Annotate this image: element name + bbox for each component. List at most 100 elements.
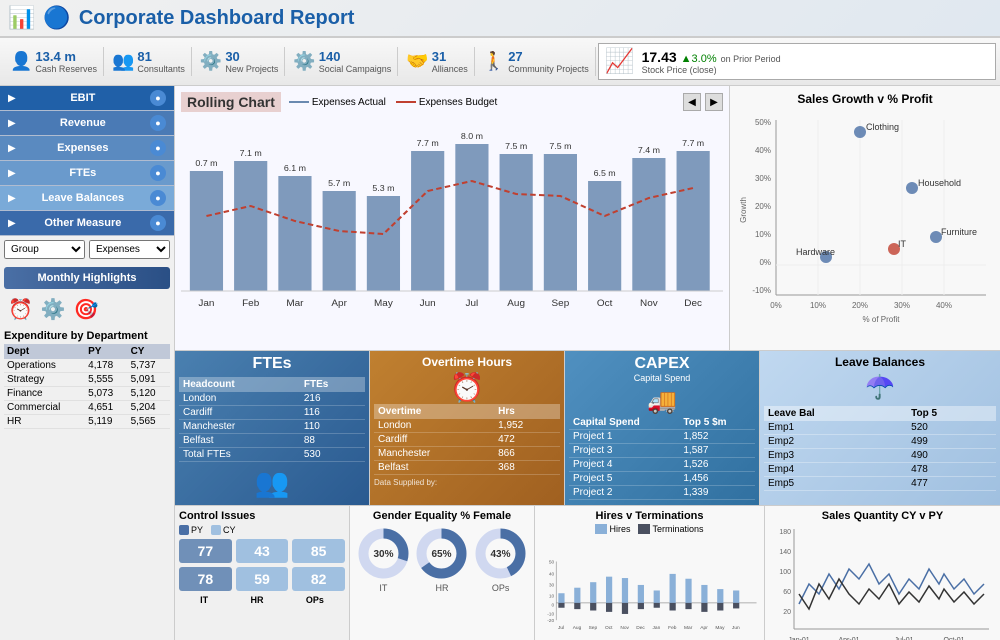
- stock-sublabel: Stock Price (close): [642, 65, 781, 75]
- capex-header-top5: Top 5 $m: [679, 416, 755, 430]
- leave-row: Emp4 478: [764, 463, 996, 477]
- overtime-cell-hrs: 866: [494, 447, 560, 461]
- header-title: Corporate Dashboard Report: [79, 7, 992, 30]
- svg-text:Oct: Oct: [605, 625, 613, 631]
- ftes-cell-count: 110: [300, 420, 365, 434]
- svg-text:Jan: Jan: [198, 298, 214, 308]
- svg-text:Aug: Aug: [573, 625, 582, 631]
- svg-text:Jul: Jul: [466, 298, 479, 308]
- expenses-select[interactable]: Expenses: [89, 240, 170, 259]
- gender-ops-label: OPs: [492, 583, 510, 593]
- bottom-section: Control Issues PY CY 77 43 85 78: [175, 506, 1000, 640]
- hires-box: Hires v Terminations Hires Terminations: [535, 506, 765, 640]
- sidebar-item-leave[interactable]: ▶ Leave Balances ●: [0, 186, 174, 211]
- svg-text:10%: 10%: [755, 230, 771, 239]
- svg-text:7.4 m: 7.4 m: [638, 145, 660, 154]
- ci-legend-cy: CY: [211, 525, 236, 535]
- header: 📊 🔵 Corporate Dashboard Report: [0, 0, 1000, 38]
- svg-text:Oct: Oct: [597, 298, 613, 308]
- other-btn[interactable]: ●: [150, 215, 166, 231]
- capex-cell-value: 1,526: [679, 458, 755, 472]
- overtime-box: Overtime Hours ⏰ Overtime Hrs London 1,9…: [370, 351, 565, 505]
- gender-it-label: IT: [379, 583, 387, 593]
- alliances-value: 31: [432, 49, 468, 64]
- community-value: 27: [508, 49, 589, 64]
- consultants-icon: 👥: [112, 51, 134, 72]
- svg-text:Sep: Sep: [552, 298, 570, 308]
- cash-icon: 👤: [10, 51, 32, 72]
- ebit-arrow: ▶: [8, 93, 16, 104]
- ftes-btn[interactable]: ●: [150, 165, 166, 181]
- ftes-header-headcount: Headcount: [179, 377, 300, 392]
- sales-growth-title: Sales Growth v % Profit: [736, 92, 994, 106]
- exp-dept-cell-py: 5,555: [85, 373, 127, 387]
- ci-cell-43: 43: [236, 539, 289, 563]
- sidebar-item-revenue[interactable]: ▶ Revenue ●: [0, 111, 174, 136]
- sidebar-item-ftes[interactable]: ▶ FTEs ●: [0, 161, 174, 186]
- gender-circles: 30% IT 65% HR: [354, 526, 530, 593]
- leave-btn[interactable]: ●: [150, 190, 166, 206]
- leave-cell-bal: 477: [907, 477, 996, 491]
- svg-text:Aug: Aug: [507, 298, 525, 308]
- budget-line-icon: [396, 101, 416, 103]
- consultants-value: 81: [137, 49, 185, 64]
- gender-hr-label: HR: [435, 583, 448, 593]
- svg-text:IT: IT: [898, 239, 907, 249]
- svg-text:30%: 30%: [373, 549, 393, 560]
- exp-dept-cell-dept: Strategy: [4, 373, 85, 387]
- other-label: Other Measure: [44, 217, 121, 229]
- chart-next-btn[interactable]: ▶: [705, 93, 723, 111]
- svg-text:100: 100: [779, 569, 791, 576]
- capex-cell-value: 1,587: [679, 444, 755, 458]
- svg-text:Growth: Growth: [739, 197, 748, 223]
- revenue-btn[interactable]: ●: [150, 115, 166, 131]
- sidebar-item-ebit[interactable]: ▶ EBIT ●: [0, 86, 174, 111]
- chart-nav: ◀ ▶: [683, 93, 723, 111]
- group-select[interactable]: Group: [4, 240, 85, 259]
- overtime-table: Overtime Hrs London 1,952Cardiff 472Manc…: [374, 404, 560, 475]
- exp-dept-cell-cy: 5,091: [128, 373, 170, 387]
- expenses-btn[interactable]: ●: [150, 140, 166, 156]
- svg-text:Jun: Jun: [732, 625, 740, 631]
- exp-dept-cell-py: 5,119: [85, 415, 127, 429]
- capex-cell-value: 1,852: [679, 430, 755, 444]
- sidebar-item-other[interactable]: ▶ Other Measure ●: [0, 211, 174, 236]
- exp-dept-row: Operations 4,178 5,737: [4, 359, 170, 373]
- ftes-cell-count: 530: [300, 448, 365, 462]
- svg-text:20: 20: [783, 609, 791, 616]
- ftes-arrow: ▶: [8, 168, 16, 179]
- stock-change-label: on Prior Period: [721, 54, 781, 64]
- exp-dept-header-dept: Dept: [4, 344, 85, 359]
- ci-label-hr: HR: [250, 595, 263, 605]
- leave-row: Emp2 499: [764, 435, 996, 449]
- ci-label-ops: OPs: [306, 595, 324, 605]
- campaigns-value: 140: [319, 49, 392, 64]
- leave-arrow: ▶: [8, 193, 16, 204]
- leave-row: Emp5 477: [764, 477, 996, 491]
- leave-box: Leave Balances ☂️ Leave Bal Top 5 Emp1 5…: [760, 351, 1000, 505]
- chart-prev-btn[interactable]: ◀: [683, 93, 701, 111]
- ftes-cell-loc: London: [179, 392, 300, 406]
- expenses-label: Expenses: [57, 142, 108, 154]
- ci-label-it: IT: [200, 595, 208, 605]
- ci-title: Control Issues: [179, 510, 345, 522]
- chart-legend: Expenses Actual Expenses Budget: [289, 97, 497, 108]
- exp-dept-cell-py: 5,073: [85, 387, 127, 401]
- svg-text:Hardware: Hardware: [796, 247, 835, 257]
- svg-text:Apr: Apr: [331, 298, 346, 308]
- monthly-highlights-btn[interactable]: Monthly Highlights: [4, 267, 170, 289]
- capex-row: Project 4 1,526: [569, 458, 755, 472]
- capex-cell-value: 1,339: [679, 486, 755, 500]
- ebit-btn[interactable]: ●: [150, 90, 166, 106]
- leave-cell-emp: Emp3: [764, 449, 907, 463]
- leave-cell-emp: Emp5: [764, 477, 907, 491]
- ftes-row: Belfast 88: [179, 434, 365, 448]
- legend-budget: Expenses Budget: [396, 97, 497, 108]
- ftes-header-ftes: FTEs: [300, 377, 365, 392]
- overtime-cell-loc: Belfast: [374, 461, 494, 475]
- kpi-community: 🚶 27 Community Projects: [477, 47, 596, 77]
- sidebar-item-expenses[interactable]: ▶ Expenses ●: [0, 136, 174, 161]
- svg-text:Feb: Feb: [242, 298, 259, 308]
- ftes-cell-loc: Manchester: [179, 420, 300, 434]
- target-icon: 🎯: [74, 297, 99, 322]
